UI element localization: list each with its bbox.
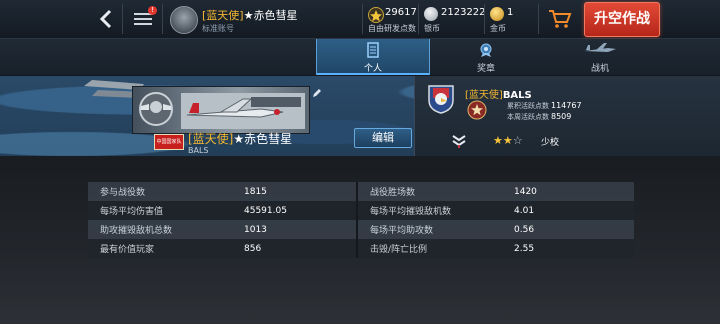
divider: [418, 4, 419, 34]
stat-label: 每场平均助攻数: [358, 220, 502, 239]
divider: [538, 4, 539, 34]
stat-label: 本周活跃点数: [507, 113, 549, 121]
menu-icon-bar: [134, 18, 152, 20]
takeoff-battle-button[interactable]: 升空作战: [584, 2, 660, 37]
player-name: [蓝天使]★赤色彗星: [202, 7, 297, 23]
stat-value: 1815: [232, 182, 356, 201]
resource-value: 2123222: [441, 7, 486, 18]
star-empty-icon: ☆: [512, 134, 523, 147]
avatar[interactable]: [170, 6, 198, 34]
stat-label: 击毁/阵亡比例: [358, 239, 502, 258]
edit-button[interactable]: 编辑: [354, 128, 412, 148]
silver-coin-icon: [424, 7, 438, 21]
stats-table: 参与战役数 1815 战役胜场数 1420 每场平均伤害值 45591.05 每…: [88, 182, 634, 258]
medal-icon: [480, 43, 492, 57]
total-activity: 累积活跃点数 114767: [507, 101, 582, 111]
star-filled-icon: ★: [502, 134, 513, 147]
player-card[interactable]: [132, 86, 310, 134]
clan-tag: [蓝天使]: [188, 132, 234, 146]
free-research-points[interactable]: 29617 自由研发点数: [368, 5, 420, 33]
nickname: ★赤色彗星: [233, 132, 293, 146]
shop-button[interactable]: [548, 8, 572, 30]
divider: [362, 4, 363, 34]
stat-label: 助攻摧毁敌机总数: [88, 220, 232, 239]
rank-chevron-icon: [452, 135, 466, 148]
stat-label: 每场平均伤害值: [88, 201, 232, 220]
tab-bar: 个人 奖章 战机: [0, 39, 720, 75]
rank-star-icon: [467, 100, 487, 120]
account-type: 标准账号: [202, 24, 234, 33]
clan-panel[interactable]: [蓝天使]BALS 累积活跃点数 114767 本周活跃点数 8509 ★★☆ 少校: [414, 76, 720, 156]
stat-label: 战役胜场数: [358, 182, 502, 201]
weekly-activity: 本周活跃点数 8509: [507, 112, 571, 122]
stat-value: 8509: [551, 112, 572, 121]
military-rank: 少校: [541, 138, 560, 148]
plane-icon: [584, 43, 616, 52]
tab-label: 奖章: [476, 64, 495, 74]
stat-value: 114767: [551, 101, 582, 110]
top-bar: ! [蓝天使]★赤色彗星 标准账号 29617 自由研发点数 2123222 银…: [0, 0, 720, 39]
silver-currency[interactable]: 2123222 银币: [424, 5, 486, 33]
stats-section: 参与战役数 1815 战役胜场数 1420 每场平均伤害值 45591.05 每…: [0, 156, 720, 324]
tab-label: 战机: [590, 64, 609, 74]
table-row: 最有价值玩家 856 击毁/阵亡比例 2.55: [88, 239, 634, 258]
back-button[interactable]: [96, 8, 116, 30]
profile-banner: 中国国家队 [蓝天使]★赤色彗星 BALS 编辑 [蓝天使]BALS 累积活跃点…: [0, 76, 720, 156]
stat-label: 累积活跃点数: [507, 102, 549, 110]
stat-value: 856: [232, 239, 356, 258]
table-row: 每场平均伤害值 45591.05 每场平均摧毁敌机数 4.01: [88, 201, 634, 220]
resource-value: 1: [507, 7, 514, 18]
divider: [484, 4, 485, 34]
profile-name: [蓝天使]★赤色彗星: [188, 130, 292, 147]
divider: [162, 4, 163, 34]
stat-value: 1420: [502, 182, 634, 201]
emblem-icon: [139, 92, 173, 126]
table-row: 助攻摧毁敌机总数 1013 每场平均助攻数 0.56: [88, 220, 634, 239]
personal-doc-icon: [367, 42, 379, 58]
nickname: ★赤色彗星: [243, 9, 298, 22]
tab-medals[interactable]: 奖章: [430, 39, 542, 75]
plane-icon: [181, 93, 305, 129]
cart-icon: [549, 10, 572, 28]
tab-aircraft[interactable]: 战机: [544, 39, 656, 75]
resource-label: 金币: [490, 24, 506, 33]
rank-stars: ★★☆: [493, 134, 523, 147]
stat-value: 2.55: [502, 239, 634, 258]
star-icon: [368, 7, 384, 23]
country-flag: 中国国家队: [154, 134, 184, 150]
pencil-icon[interactable]: [312, 88, 322, 98]
divider: [122, 4, 123, 34]
tab-active-indicator: [317, 73, 429, 75]
stat-label: 参与战役数: [88, 182, 232, 201]
gold-currency[interactable]: 1 金币: [490, 5, 530, 33]
resource-value: 29617: [385, 7, 417, 18]
resource-label: 银币: [424, 24, 440, 33]
clan-name: [蓝天使]BALS: [465, 86, 532, 101]
stat-value: 4.01: [502, 201, 634, 220]
stat-value: 0.56: [502, 220, 634, 239]
stat-label: 每场平均摧毁敌机数: [358, 201, 502, 220]
clan-short-name: BALS: [502, 90, 532, 101]
stat-value: 1013: [232, 220, 356, 239]
gold-coin-icon: [490, 7, 504, 21]
chevron-left-icon: [99, 9, 112, 29]
resource-label: 自由研发点数: [368, 24, 416, 33]
notification-badge: !: [148, 6, 157, 15]
clan-tag: [蓝天使]: [202, 9, 244, 22]
clan-short-name: BALS: [188, 146, 209, 155]
tab-personal[interactable]: 个人: [316, 39, 430, 75]
table-row: 参与战役数 1815 战役胜场数 1420: [88, 182, 634, 201]
stat-value: 45591.05: [232, 201, 356, 220]
stat-label: 最有价值玩家: [88, 239, 232, 258]
star-filled-icon: ★: [493, 134, 503, 147]
clan-eagle-emblem-icon: [428, 85, 454, 114]
menu-icon-bar: [134, 23, 152, 25]
